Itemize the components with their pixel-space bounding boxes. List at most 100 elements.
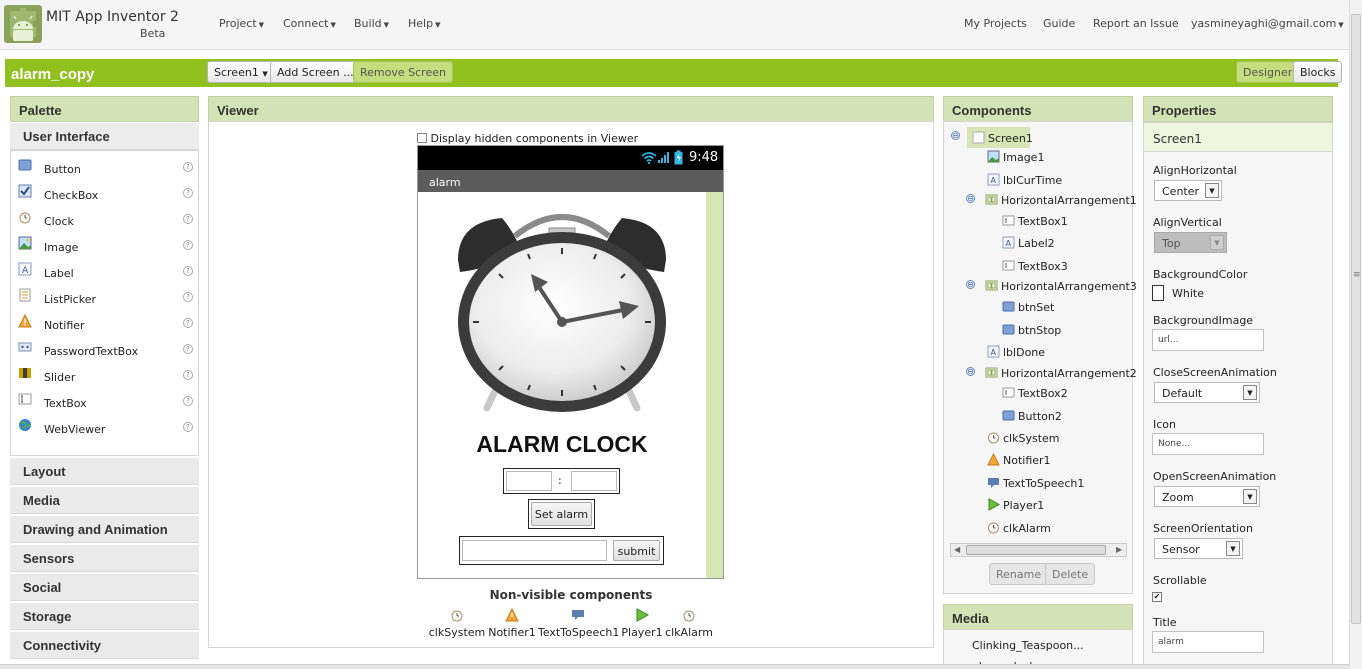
collapse-ha2-icon[interactable]: ⊖ [966,367,975,376]
help-icon[interactable]: ? [183,396,193,406]
nonvisible-texttospeech[interactable]: TextToSpeech1 [538,608,619,639]
tree-textbox2[interactable]: TextBox2 [1002,386,1068,406]
tree-screen1[interactable]: Screen1 [972,131,1033,151]
close-anim-select[interactable]: Default ▼ [1154,382,1260,403]
help-icon[interactable]: ? [183,266,193,276]
help-icon[interactable]: ? [183,292,193,302]
palette-item-passwordtextbox[interactable]: PasswordTextBox ? [11,336,198,362]
help-icon[interactable]: ? [183,188,193,198]
category-connectivity[interactable]: Connectivity [10,632,199,659]
scroll-right-icon[interactable]: ▶ [1116,545,1122,554]
palette-item-textbox[interactable]: TextBox ? [11,388,198,414]
tree-textbox3[interactable]: TextBox3 [1002,259,1068,279]
collapse-ha1-icon[interactable]: ⊖ [966,194,975,203]
screen-select[interactable]: Screen1 ▼ [207,61,275,83]
palette-item-label[interactable]: A Label ? [11,258,198,284]
help-icon[interactable]: ? [183,162,193,172]
palette-item-checkbox[interactable]: CheckBox ? [11,180,198,206]
hscroll-thumb[interactable] [966,545,1106,555]
align-horizontal-select[interactable]: Center ▼ [1154,180,1222,201]
bgimage-field[interactable]: url... [1152,329,1264,351]
tree-clkalarm[interactable]: clkAlarm [987,521,1051,541]
submit-button[interactable]: submit [613,540,660,561]
link-my-projects[interactable]: My Projects [964,17,1027,30]
media-item[interactable]: Clinking_Teaspoon... [972,639,1084,652]
menu-build[interactable]: Build ▼ [354,17,389,30]
hour-textbox[interactable] [506,471,552,491]
icon-field[interactable]: None... [1152,433,1264,455]
app-inventor-logo-icon[interactable] [4,5,42,43]
alarm-clock-image[interactable] [453,202,671,416]
tree-clksystem[interactable]: clkSystem [987,431,1060,451]
help-icon[interactable]: ? [183,318,193,328]
set-alarm-button[interactable]: Set alarm [531,502,592,526]
category-sensors[interactable]: Sensors [10,545,199,572]
show-hidden-toggle[interactable]: Display hidden components in Viewer [417,132,638,145]
tree-horizontalarrangement1[interactable]: HorizontalArrangement1 [985,193,1137,213]
scrollable-checkbox[interactable]: ✔ [1152,592,1162,602]
palette-item-webviewer[interactable]: WebViewer ? [11,414,198,440]
palette-item-listpicker[interactable]: ListPicker ? [11,284,198,310]
components-hscrollbar[interactable]: ◀ ▶ [950,543,1127,557]
tree-btnset[interactable]: btnSet [1002,300,1054,320]
tree-btnstop[interactable]: btnStop [1002,323,1061,343]
add-screen-button[interactable]: Add Screen ... [270,61,361,83]
delete-button[interactable]: Delete [1045,563,1096,585]
help-icon[interactable]: ? [183,214,193,224]
tree-image1[interactable]: Image1 [987,150,1044,170]
palette-item-slider[interactable]: Slider ? [11,362,198,388]
nonvisible-clksystem[interactable]: clkSystem [428,608,486,639]
palette-item-image[interactable]: Image ? [11,232,198,258]
title-field[interactable]: alarm [1152,631,1264,653]
menu-help[interactable]: Help ▼ [408,17,440,30]
tree-player1[interactable]: Player1 [987,498,1044,518]
orientation-select[interactable]: Sensor ▼ [1154,538,1243,559]
designer-button[interactable]: Designer [1236,61,1300,83]
category-media[interactable]: Media [10,487,199,514]
link-report-issue[interactable]: Report an Issue [1093,17,1179,30]
tree-texttospeech1[interactable]: TextToSpeech1 [987,476,1084,496]
speech-textbox[interactable] [462,540,607,561]
phone-scrollbar[interactable] [706,192,723,578]
palette-item-notifier[interactable]: Notifier ? [11,310,198,336]
nonvisible-player[interactable]: Player1 [620,608,664,639]
hidden-components-checkbox[interactable] [417,133,427,143]
tree-label2[interactable]: A Label2 [1002,236,1055,256]
category-storage[interactable]: Storage [10,603,199,630]
menu-connect[interactable]: Connect ▼ [283,17,336,30]
tree-notifier1[interactable]: Notifier1 [987,453,1051,473]
bgcolor-value[interactable]: White [1172,287,1204,300]
category-social[interactable]: Social [10,574,199,601]
collapse-ha3-icon[interactable]: ⊖ [966,280,975,289]
collapse-screen1-icon[interactable]: ⊖ [951,131,960,140]
palette-item-clock[interactable]: Clock ? [11,206,198,232]
help-icon[interactable]: ? [183,240,193,250]
tree-button2[interactable]: Button2 [1002,409,1062,429]
scroll-left-icon[interactable]: ◀ [954,545,960,554]
minute-textbox[interactable] [571,471,617,491]
open-anim-select[interactable]: Zoom ▼ [1154,486,1260,507]
blocks-button[interactable]: Blocks [1293,61,1343,83]
category-user-interface[interactable]: User Interface [10,123,199,150]
account-menu[interactable]: yasmineyaghi@gmail.com ▼ [1191,17,1344,30]
bgcolor-swatch[interactable] [1152,285,1164,301]
page-scrollbar[interactable]: ≡ [1349,0,1362,669]
help-icon[interactable]: ? [183,344,193,354]
tree-horizontalarrangement2[interactable]: HorizontalArrangement2 [985,366,1137,386]
rename-button[interactable]: Rename [989,563,1049,585]
menu-project[interactable]: Project ▼ [219,17,264,30]
category-drawing-animation[interactable]: Drawing and Animation [10,516,199,543]
nonvisible-notifier[interactable]: Notifier1 [488,608,536,639]
tree-lbldone[interactable]: AlblDone [987,345,1045,365]
help-icon[interactable]: ? [183,422,193,432]
align-vertical-select[interactable]: Top ▼ [1154,232,1227,253]
tree-textbox1[interactable]: TextBox1 [1002,214,1068,234]
palette-item-button[interactable]: Button ? [11,154,198,180]
remove-screen-button[interactable]: Remove Screen [353,61,453,83]
category-layout[interactable]: Layout [10,458,199,485]
tree-lblcurtime[interactable]: AlblCurTime [987,173,1062,193]
nonvisible-clkalarm[interactable]: clkAlarm [665,608,713,639]
link-guide[interactable]: Guide [1043,17,1075,30]
help-icon[interactable]: ? [183,370,193,380]
scrollbar-thumb[interactable] [1351,14,1361,624]
